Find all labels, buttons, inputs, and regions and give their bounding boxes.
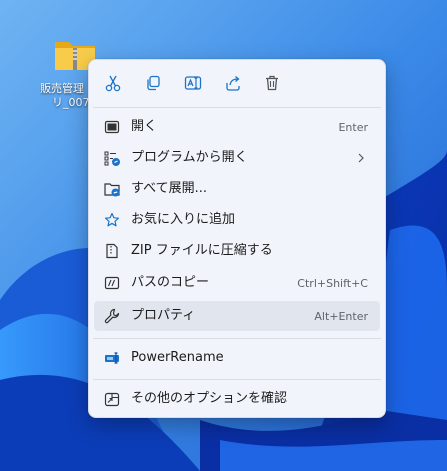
open-window-icon	[104, 120, 120, 134]
delete-button[interactable]	[256, 68, 288, 98]
menu-item-label: PowerRename	[131, 350, 224, 365]
extract-folder-icon	[104, 183, 120, 197]
menu-item-open-with[interactable]: プログラムから開く	[94, 143, 380, 173]
separator	[93, 338, 381, 339]
menu-item-more-options[interactable]: その他のオプションを確認	[94, 384, 380, 414]
copy-button[interactable]	[137, 68, 169, 98]
open-with-icon	[104, 151, 120, 166]
context-toolbar	[89, 60, 385, 106]
menu-item-label: その他のオプションを確認	[131, 391, 288, 406]
menu-item-add-favorites[interactable]: お気に入りに追加	[94, 205, 380, 235]
menu-item-label: お気に入りに追加	[131, 212, 236, 227]
menu-item-label: ZIP ファイルに圧縮する	[131, 243, 273, 258]
chevron-right-icon	[358, 153, 364, 163]
wrench-icon	[104, 308, 120, 324]
shortcut-text: Enter	[338, 121, 368, 134]
share-icon	[226, 76, 240, 91]
share-button[interactable]	[217, 68, 249, 98]
menu-item-label: パスのコピー	[131, 275, 210, 290]
power-rename-icon	[105, 352, 119, 364]
menu-item-copy-path[interactable]: パスのコピー Ctrl+Shift+C	[94, 268, 380, 298]
menu-item-label: プロパティ	[131, 308, 196, 323]
rename-button[interactable]	[177, 68, 209, 98]
menu-item-label: プログラムから開く	[131, 150, 248, 165]
rename-icon	[184, 76, 202, 90]
shortcut-text: Ctrl+Shift+C	[297, 277, 368, 290]
more-options-icon	[104, 392, 120, 407]
delete-icon	[266, 75, 278, 91]
copy-icon	[147, 75, 160, 91]
menu-item-label: 開く	[131, 119, 158, 134]
context-menu: 開く Enter プログラムから開く すべて展開... お気に入りに追加 ZIP…	[88, 59, 386, 418]
menu-item-properties[interactable]: プロパティ Alt+Enter	[94, 301, 380, 331]
separator	[93, 107, 381, 108]
menu-item-compress-zip[interactable]: ZIP ファイルに圧縮する	[94, 236, 380, 266]
star-icon	[104, 212, 120, 227]
menu-item-power-rename[interactable]: PowerRename	[94, 343, 380, 373]
cut-icon	[105, 75, 121, 92]
shortcut-text: Alt+Enter	[314, 310, 368, 323]
zip-file-icon	[106, 243, 118, 259]
separator	[93, 379, 381, 380]
copy-path-icon	[104, 276, 120, 290]
menu-item-open[interactable]: 開く Enter	[94, 112, 380, 142]
menu-item-label: すべて展開...	[131, 181, 207, 196]
menu-item-extract-all[interactable]: すべて展開...	[94, 174, 380, 204]
cut-button[interactable]	[97, 68, 129, 98]
